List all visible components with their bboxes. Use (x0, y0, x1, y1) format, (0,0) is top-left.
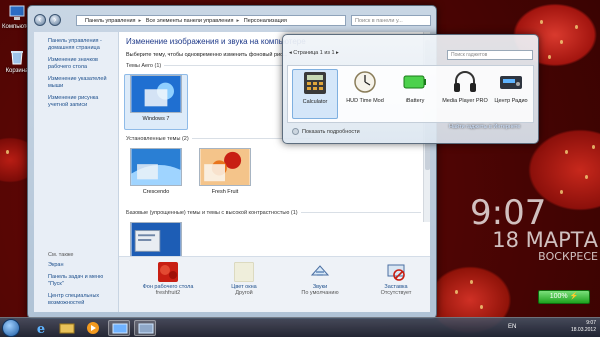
page-label: Страница 1 из 1 (293, 50, 335, 56)
gadget-media-player[interactable]: Media Player PRO (442, 69, 488, 104)
screensaver-option[interactable]: Заставка Отсутствует (364, 262, 428, 296)
radio-icon (500, 76, 522, 89)
taskbar: e EN 9:07 18.03.2012 (0, 317, 600, 337)
page-title: Изменение изображения и звука на компьют… (126, 37, 306, 46)
title-bar: ‹ › Панель управления ▸ Все элементы пане… (28, 6, 436, 32)
forward-button[interactable]: › (49, 14, 61, 26)
sidebar-link-display[interactable]: Экран (34, 260, 118, 272)
option-value: freshfruit2 (155, 290, 181, 296)
clock-time: 9:07 (470, 193, 547, 233)
start-button[interactable] (2, 319, 20, 337)
breadcrumb-item[interactable]: Все элементы панели управления (146, 18, 234, 24)
page-description: Выберите тему, чтобы одновременно измени… (126, 52, 288, 58)
breadcrumb[interactable]: Панель управления ▸ Все элементы панели у… (76, 15, 346, 26)
gadget-ibattery[interactable]: iBattery (392, 69, 438, 104)
page-navigator[interactable]: ◂ Страница 1 из 1 ▸ (289, 50, 339, 56)
group-title: Базовые (упрощенные) темы и темы с высок… (126, 210, 421, 216)
gadget-list: Calculator HUD Time Mod iBattery Media P… (287, 65, 534, 123)
taskbar-explorer[interactable] (56, 320, 78, 336)
see-also-heading: См. также (48, 252, 74, 258)
personalization-options: Фон рабочего стола freshfruit2 Цвет окна… (119, 256, 430, 312)
sidebar-link-mouse-pointers[interactable]: Изменение указателей мыши (34, 74, 118, 93)
gadget-label: Центр Радио (494, 98, 528, 104)
sounds-option[interactable]: Звуки По умолчанию (288, 262, 352, 296)
clock-date: 18 МАРТА (492, 228, 598, 252)
theme-thumbnail (199, 148, 251, 186)
taskbar-gadgets[interactable] (134, 320, 156, 336)
tray-date: 18.03.2012 (570, 327, 596, 333)
group-title: Темы Aero (1) (126, 63, 284, 69)
get-gadgets-online-link[interactable]: Найти гаджеты в Интернете (449, 124, 520, 130)
calculator-icon (304, 72, 326, 94)
window-color-option[interactable]: Цвет окна Другой (212, 262, 276, 296)
folder-icon (59, 323, 75, 334)
battery-percent: 100% (549, 293, 568, 300)
battery-icon (403, 75, 426, 89)
taskbar-media[interactable] (82, 320, 104, 336)
clock-gadget[interactable]: 9:07 18 МАРТА ВОСКРЕСЕ (470, 196, 598, 262)
chevron-down-icon (292, 128, 299, 135)
option-value: Отсутствует (380, 290, 412, 296)
tray-time: 9:07 (586, 320, 596, 326)
details-label: Показать подробности (302, 128, 360, 135)
back-button[interactable]: ‹ (34, 14, 46, 26)
computer-icon (9, 5, 25, 20)
sidebar: Панель управления - домашняя страница Из… (34, 32, 119, 312)
recycle-bin-icon (11, 51, 23, 65)
option-value: Другой (235, 290, 253, 296)
theme-label: Fresh Fruit (211, 189, 239, 195)
window-color-icon (234, 262, 254, 282)
search-input[interactable]: Поиск в панели у... (351, 15, 431, 26)
control-panel-icon (112, 323, 128, 334)
taskbar-control-panel[interactable] (108, 320, 130, 336)
sounds-icon (310, 265, 330, 276)
theme-thumbnail (130, 148, 182, 186)
gadget-label: Media Player PRO (442, 98, 488, 104)
wallpaper-icon (158, 262, 178, 282)
internet-explorer-icon: e (37, 322, 45, 337)
clock-weekday: ВОСКРЕСЕ (538, 250, 598, 263)
gadget-calculator[interactable]: Calculator (292, 69, 338, 119)
sidebar-link-home[interactable]: Панель управления - домашняя страница (34, 36, 118, 55)
theme-label: Windows 7 (142, 116, 170, 122)
theme-windows7[interactable]: Windows 7 (124, 74, 188, 130)
theme-crescendo[interactable]: Crescendo (124, 148, 188, 195)
option-value: По умолчанию (301, 290, 339, 296)
taskbar-ie[interactable]: e (30, 320, 52, 337)
theme-label: Crescendo (142, 189, 170, 195)
sidebar-link-taskbar[interactable]: Панель задач и меню "Пуск" (34, 272, 118, 291)
headphones-icon (454, 71, 476, 92)
screensaver-icon (387, 264, 405, 281)
gadget-label: Calculator (302, 99, 328, 105)
gadget-label: HUD Time Mod (346, 98, 384, 104)
language-indicator[interactable]: EN (508, 324, 516, 330)
clock-icon (354, 71, 376, 93)
theme-fresh-fruit[interactable]: Fresh Fruit (193, 148, 257, 195)
gadget-radio[interactable]: Центр Радио (488, 69, 534, 104)
svg-text:e: e (37, 322, 45, 336)
sidebar-link-accessibility[interactable]: Центр специальных возможностей (34, 291, 118, 310)
desktop-icon-label: Корзина (5, 68, 29, 74)
gadgets-icon (138, 323, 154, 334)
show-details-toggle[interactable]: Показать подробности (292, 128, 360, 135)
gadget-label: iBattery (405, 98, 425, 104)
desktop-background-option[interactable]: Фон рабочего стола freshfruit2 (136, 262, 200, 296)
system-clock[interactable]: 9:07 18.03.2012 (571, 320, 596, 334)
sidebar-link-account-picture[interactable]: Изменение рисунка учетной записи (34, 93, 118, 112)
sidebar-link-desktop-icons[interactable]: Изменение значков рабочего стола (34, 55, 118, 74)
battery-gadget[interactable]: 100% ⚡ (538, 290, 590, 304)
breadcrumb-item[interactable]: Панель управления (85, 18, 136, 24)
media-player-icon (87, 322, 99, 334)
gadget-hud-time[interactable]: HUD Time Mod (342, 69, 388, 104)
theme-thumbnail (130, 222, 182, 258)
gadget-search-input[interactable]: Поиск гаджетов (447, 50, 533, 60)
breadcrumb-item[interactable]: Персонализация (244, 18, 287, 24)
theme-thumbnail (130, 75, 182, 113)
